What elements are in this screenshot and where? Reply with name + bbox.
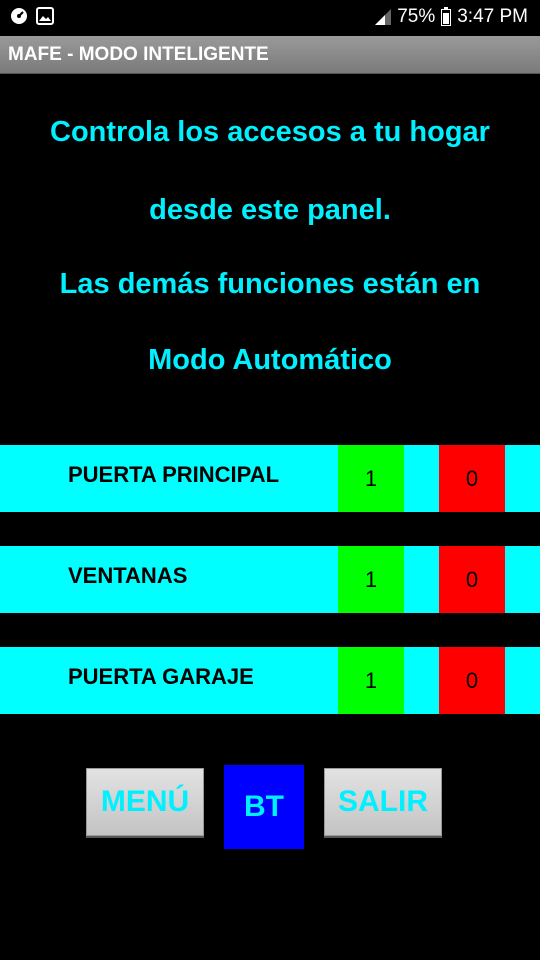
control-label: PUERTA GARAJE <box>68 664 254 689</box>
battery-icon <box>441 6 452 26</box>
menu-button[interactable]: MENÚ <box>86 768 204 836</box>
bt-button[interactable]: BT <box>224 765 304 849</box>
status-bar: 75% 3:47 PM <box>0 0 540 36</box>
ventanas-off-button[interactable]: 0 <box>439 546 505 613</box>
control-row-ventanas: VENTANAS 1 0 <box>0 546 540 613</box>
speedometer-icon <box>11 8 27 24</box>
puerta-garaje-on-button[interactable]: 1 <box>338 647 404 714</box>
image-icon <box>36 7 54 25</box>
info-line-2: desde este panel. <box>149 194 391 226</box>
status-left-icons <box>10 7 54 25</box>
puerta-garaje-off-button[interactable]: 0 <box>439 647 505 714</box>
puerta-principal-off-button[interactable]: 0 <box>439 445 505 512</box>
info-line-1: Controla los accesos a tu hogar <box>50 116 490 148</box>
app-title: MAFE - MODO INTELIGENTE <box>8 44 269 65</box>
control-row-puerta-garaje: PUERTA GARAJE 1 0 <box>0 647 540 714</box>
status-right: 75% 3:47 PM <box>375 6 528 28</box>
signal-icon <box>375 9 392 25</box>
app-title-bar: MAFE - MODO INTELIGENTE <box>0 36 540 74</box>
control-row-puerta-principal: PUERTA PRINCIPAL 1 0 <box>0 445 540 512</box>
control-label: VENTANAS <box>68 563 188 588</box>
control-label: PUERTA PRINCIPAL <box>68 462 280 487</box>
ventanas-on-button[interactable]: 1 <box>338 546 404 613</box>
puerta-principal-on-button[interactable]: 1 <box>338 445 404 512</box>
info-line-4: Modo Automático <box>148 344 392 376</box>
info-line-3: Las demás funciones están en <box>59 268 481 300</box>
salir-button[interactable]: SALIR <box>324 768 442 836</box>
clock: 3:47 PM <box>457 6 528 27</box>
battery-percent: 75% <box>397 6 436 27</box>
